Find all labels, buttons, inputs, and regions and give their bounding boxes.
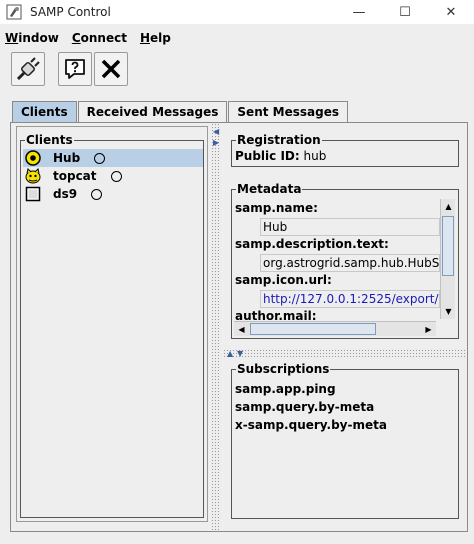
menu-help[interactable]: Help — [140, 31, 171, 45]
tab-panel-clients: Clients Hub topcat ds9 ◀ ▶ Registration … — [10, 122, 468, 532]
plug-icon — [16, 57, 40, 81]
subscriptions-group-title: Subscriptions — [236, 362, 331, 376]
subscriptions-group: Subscriptions samp.app.ping samp.query.b… — [231, 362, 459, 519]
client-row-topcat[interactable]: topcat — [23, 167, 203, 185]
tab-sent-messages[interactable]: Sent Messages — [228, 101, 348, 122]
help-button[interactable] — [58, 52, 92, 86]
scroll-right-arrow-icon[interactable]: ▶ — [421, 322, 436, 337]
meta-value-samp-description: org.astrogrid.samp.hub.HubServ — [260, 254, 440, 272]
vertical-split-divider[interactable]: ◀ ▶ — [211, 123, 221, 531]
public-id-value: hub — [303, 149, 327, 163]
split-down-arrow-icon[interactable]: ▼ — [237, 350, 243, 358]
hub-icon — [25, 150, 41, 166]
menu-window-mnemonic: W — [5, 31, 19, 45]
registration-group-title: Registration — [236, 133, 322, 147]
vertical-scroll-thumb[interactable] — [442, 216, 454, 276]
topcat-icon — [25, 168, 41, 184]
menu-help-mnemonic: H — [139, 31, 151, 45]
meta-key-samp-icon-url: samp.icon.url: — [235, 273, 332, 287]
metadata-group: Metadata samp.name: Hub samp.description… — [231, 182, 459, 339]
help-icon — [65, 59, 85, 79]
tab-received-messages[interactable]: Received Messages — [77, 101, 228, 122]
scroll-left-arrow-icon[interactable]: ◀ — [234, 322, 249, 337]
status-circle-icon — [110, 170, 122, 182]
metadata-viewport: samp.name: Hub samp.description.text: or… — [232, 190, 440, 322]
registration-group: Registration Public ID: hub — [231, 133, 459, 167]
client-row-hub[interactable]: Hub — [23, 149, 203, 167]
subscription-item: samp.query.by-meta — [235, 400, 375, 414]
menu-connect[interactable]: Connect — [72, 31, 127, 45]
app-icon — [6, 4, 22, 20]
minimize-button[interactable]: — — [336, 0, 382, 24]
status-circle-icon — [94, 152, 106, 164]
split-left-arrow-icon[interactable]: ◀ — [213, 128, 219, 136]
meta-key-samp-description: samp.description.text: — [235, 237, 389, 251]
status-circle-icon — [91, 188, 103, 200]
scroll-up-arrow-icon[interactable]: ▲ — [441, 199, 456, 214]
horizontal-scroll-thumb[interactable] — [250, 323, 376, 335]
split-up-arrow-icon[interactable]: ▲ — [227, 350, 233, 358]
horizontal-split-divider[interactable]: ▲ ▼ — [223, 349, 467, 359]
menu-window-label: indow — [18, 31, 59, 45]
meta-value-samp-name: Hub — [260, 218, 440, 236]
scroll-down-arrow-icon[interactable]: ▼ — [441, 304, 456, 319]
client-details-pane: Registration Public ID: hub Metadata sam… — [223, 123, 467, 531]
close-x-icon — [101, 59, 121, 79]
client-row-ds9[interactable]: ds9 — [23, 185, 203, 203]
title-bar: SAMP Control — ☐ ✕ — [0, 0, 474, 24]
menu-window[interactable]: Window — [5, 31, 59, 45]
clients-group-title: Clients — [25, 133, 74, 147]
menu-connect-mnemonic: C — [71, 31, 81, 45]
toolbar — [0, 50, 474, 88]
menu-connect-label: onnect — [80, 31, 127, 45]
client-name-hub: Hub — [53, 151, 81, 165]
split-right-arrow-icon[interactable]: ▶ — [213, 139, 219, 147]
menu-help-label: elp — [150, 31, 171, 45]
meta-value-samp-icon-url[interactable]: http://127.0.0.1:2525/export/1/hub — [260, 290, 440, 308]
subscription-item: samp.app.ping — [235, 382, 336, 396]
tab-strip: Clients Received Messages Sent Messages — [12, 101, 349, 122]
client-name-ds9: ds9 — [53, 187, 78, 201]
clients-pane: Clients Hub topcat ds9 — [16, 126, 208, 522]
menu-bar: Window Connect Help — [0, 27, 474, 49]
maximize-button[interactable]: ☐ — [382, 0, 428, 24]
ds9-icon — [25, 186, 41, 202]
exit-button[interactable] — [94, 52, 128, 86]
meta-key-samp-name: samp.name: — [235, 201, 318, 215]
public-id-label: Public ID: — [235, 149, 300, 163]
close-window-button[interactable]: ✕ — [428, 0, 474, 24]
window-title: SAMP Control — [30, 5, 111, 19]
subscription-item: x-samp.query.by-meta — [235, 418, 387, 432]
clients-group: Clients Hub topcat ds9 — [20, 133, 204, 518]
metadata-vertical-scrollbar[interactable]: ▲ ▼ — [440, 199, 455, 319]
public-id-row: Public ID: hub — [235, 149, 326, 163]
client-name-topcat: topcat — [53, 169, 97, 183]
connect-button[interactable] — [11, 52, 45, 86]
metadata-horizontal-scrollbar[interactable]: ◀ ▶ — [234, 321, 436, 336]
tab-clients[interactable]: Clients — [12, 101, 77, 122]
